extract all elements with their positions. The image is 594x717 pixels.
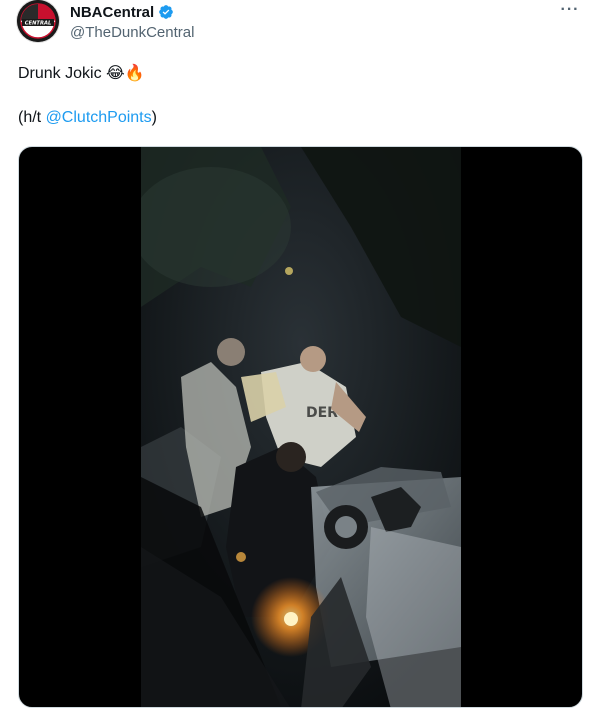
tweet-card: CENTRAL NBACentral @TheDunkCentral ··· D… [0,0,594,717]
svg-text:CENTRAL: CENTRAL [25,21,52,27]
tweet-text: Drunk Jokic 😂🔥 (h/t @ClutchPoints) [18,62,576,129]
tweet-line-1-text: Drunk Jokic [18,65,107,82]
nbacentral-logo-icon: CENTRAL [17,0,59,42]
avatar[interactable]: CENTRAL [17,0,59,42]
video-player[interactable]: DER [18,146,583,708]
tweet-line-2: (h/t @ClutchPoints) [18,107,576,129]
tweet-line-2-suffix: ) [151,109,157,126]
tweet-header: NBACentral @TheDunkCentral [70,2,554,42]
name-row: NBACentral [70,2,554,22]
video-frame: DER [141,147,461,707]
verified-badge-icon [158,4,174,20]
tweet-line-1: Drunk Jokic 😂🔥 [18,62,576,85]
user-handle[interactable]: @TheDunkCentral [70,24,554,41]
tweet-emojis: 😂🔥 [106,63,145,82]
tweet-line-2-prefix: (h/t [18,109,46,126]
more-options-icon: ··· [560,1,580,18]
mention-link[interactable]: @ClutchPoints [46,109,152,126]
more-options-button[interactable]: ··· [558,0,582,20]
display-name[interactable]: NBACentral [70,4,154,21]
